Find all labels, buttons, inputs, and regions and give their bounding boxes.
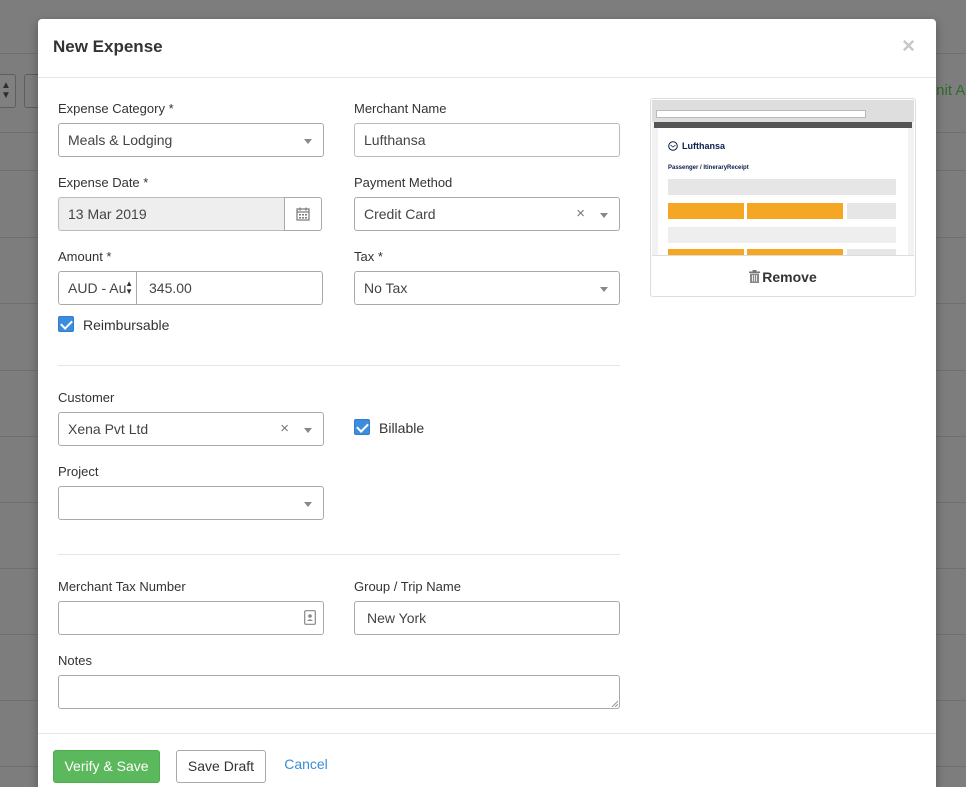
- merchant-name-label: Merchant Name: [354, 101, 447, 116]
- merchant-name-input[interactable]: Lufthansa: [354, 123, 620, 157]
- preview-info-block: [668, 179, 896, 195]
- modal-footer: Verify & Save Save Draft Cancel: [38, 733, 936, 787]
- dropdown-caret-icon: [600, 287, 608, 292]
- currency-value: AUD - Au: [68, 280, 127, 296]
- section-divider: [58, 365, 620, 366]
- cancel-button[interactable]: Cancel: [276, 749, 336, 782]
- preview-browser-bar: [652, 100, 914, 122]
- preview-flight-block: [668, 203, 744, 219]
- calendar-icon: [296, 207, 310, 221]
- billable-checkbox[interactable]: [354, 419, 370, 435]
- preview-doc-title: Passenger / ItineraryReceipt: [668, 165, 749, 171]
- dropdown-caret-icon: [304, 502, 312, 507]
- resize-handle-icon[interactable]: [611, 700, 618, 707]
- expense-category-label: Expense Category *: [58, 101, 174, 116]
- modal-title: New Expense: [53, 37, 163, 56]
- project-select[interactable]: [58, 486, 324, 520]
- close-icon[interactable]: ×: [902, 34, 915, 58]
- preview-receipt-page: Lufthansa Passenger / ItineraryReceipt: [658, 128, 908, 255]
- billable-label: Billable: [379, 420, 425, 436]
- payment-method-select[interactable]: Credit Card ×: [354, 197, 620, 231]
- notes-textarea[interactable]: [58, 675, 620, 709]
- preview-info-block: [668, 227, 896, 243]
- expense-date-value: 13 Mar 2019: [68, 206, 147, 222]
- preview-flight-block: [668, 249, 744, 255]
- customer-select[interactable]: Xena Pvt Ltd ×: [58, 412, 324, 446]
- verify-save-button[interactable]: Verify & Save: [53, 750, 160, 783]
- merchant-name-value: Lufthansa: [364, 132, 426, 148]
- remove-attachment-button[interactable]: Remove: [651, 269, 915, 285]
- contact-card-icon: [304, 610, 316, 625]
- remove-label: Remove: [762, 269, 817, 285]
- lufthansa-logo-icon: [668, 141, 678, 151]
- notes-label: Notes: [58, 653, 92, 668]
- tax-select[interactable]: No Tax: [354, 271, 620, 305]
- amount-input[interactable]: 345.00: [136, 271, 323, 305]
- dropdown-caret-icon: [304, 428, 312, 433]
- amount-label: Amount *: [58, 249, 112, 264]
- expense-category-select[interactable]: Meals & Lodging: [58, 123, 324, 157]
- customer-label: Customer: [58, 390, 115, 405]
- merchant-tax-number-label: Merchant Tax Number: [58, 579, 186, 594]
- payment-method-label: Payment Method: [354, 175, 453, 190]
- preview-flight-block: [847, 203, 896, 219]
- dropdown-caret-icon: [600, 213, 608, 218]
- group-trip-name-label: Group / Trip Name: [354, 579, 461, 594]
- background-sort-select: ▲ ▼: [0, 74, 16, 108]
- reimbursable-checkbox[interactable]: [58, 316, 74, 332]
- save-draft-button[interactable]: Save Draft: [176, 750, 266, 783]
- preview-address-bar: [656, 110, 866, 118]
- group-trip-name-value: New York: [367, 610, 427, 626]
- dropdown-caret-icon: [304, 139, 312, 144]
- sort-arrows-icon: ▲ ▼: [125, 279, 133, 296]
- expense-category-value: Meals & Lodging: [68, 132, 173, 148]
- clear-icon[interactable]: ×: [280, 421, 289, 437]
- background-submit-all-label: nit All: [936, 82, 966, 99]
- amount-value: 345.00: [149, 280, 192, 296]
- tax-label: Tax *: [354, 249, 383, 264]
- payment-method-value: Credit Card: [364, 206, 436, 222]
- date-picker-button[interactable]: [284, 197, 322, 231]
- customer-value: Xena Pvt Ltd: [68, 421, 149, 437]
- project-label: Project: [58, 464, 99, 479]
- merchant-tax-number-input[interactable]: [58, 601, 324, 635]
- clear-icon[interactable]: ×: [576, 206, 585, 222]
- preview-flight-block: [747, 249, 843, 255]
- reimbursable-label: Reimbursable: [83, 317, 170, 333]
- receipt-preview-image[interactable]: Lufthansa Passenger / ItineraryReceipt: [652, 100, 914, 256]
- trash-icon: [749, 270, 761, 283]
- section-divider: [58, 554, 620, 555]
- currency-select[interactable]: AUD - Au ▲ ▼: [58, 271, 137, 305]
- expense-date-label: Expense Date *: [58, 175, 149, 190]
- group-trip-name-input[interactable]: New York: [354, 601, 620, 635]
- preview-flight-block: [847, 249, 896, 255]
- preview-logo-text: Lufthansa: [682, 141, 726, 151]
- new-expense-modal: New Expense × Expense Category * Meals &…: [38, 19, 936, 787]
- receipt-attachment: Lufthansa Passenger / ItineraryReceipt R…: [650, 98, 916, 297]
- preview-flight-block: [747, 203, 843, 219]
- expense-date-input[interactable]: 13 Mar 2019: [58, 197, 286, 231]
- modal-header: New Expense ×: [38, 19, 936, 78]
- tax-value: No Tax: [364, 280, 408, 296]
